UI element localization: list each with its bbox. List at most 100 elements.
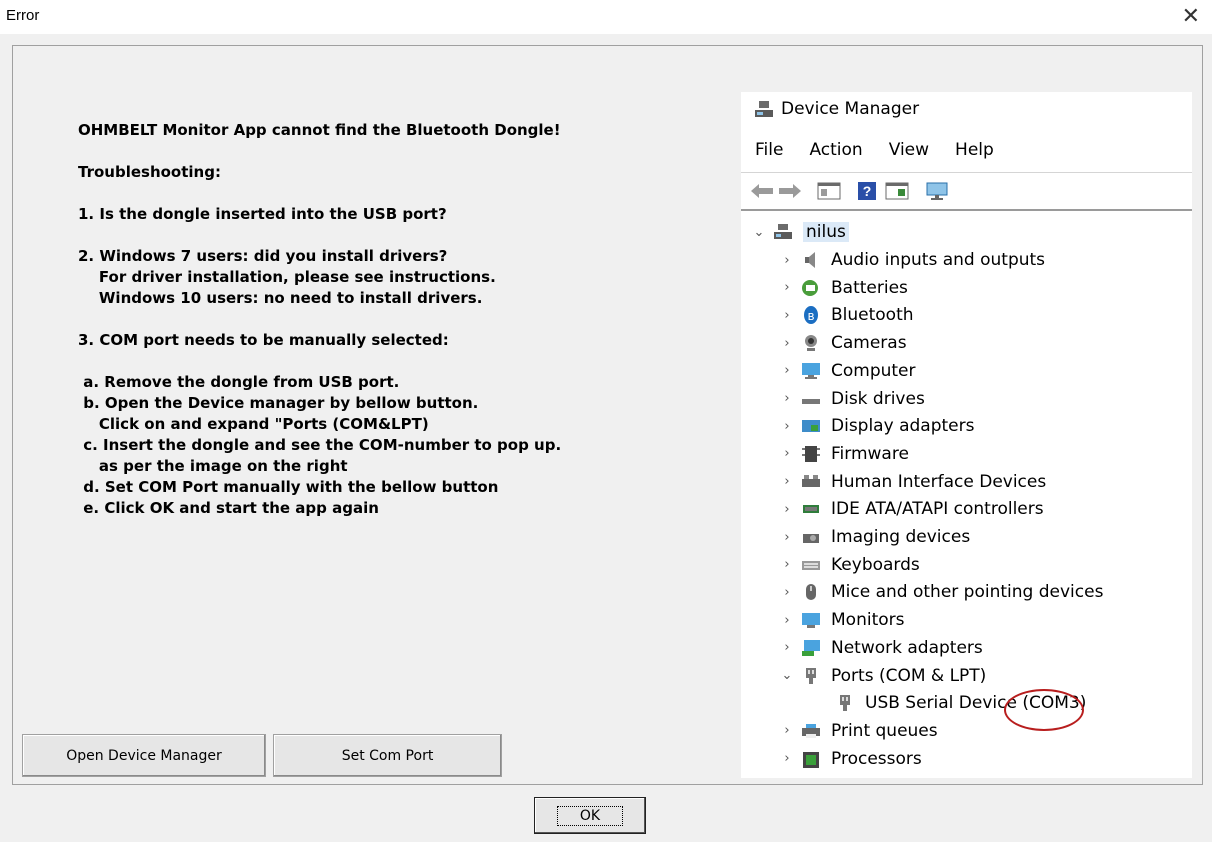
tree-category[interactable]: › ʙ Bluetooth — [779, 301, 913, 329]
instruction-line — [78, 183, 561, 204]
chevron-right-icon[interactable]: › — [779, 530, 795, 545]
tree-item-label: Network adapters — [831, 637, 983, 658]
tree-category[interactable]: › Batteries — [779, 274, 908, 302]
instruction-line: 1. Is the dongle inserted into the USB p… — [78, 205, 447, 223]
computer-icon — [802, 362, 820, 379]
chevron-right-icon[interactable]: › — [779, 446, 795, 461]
tree-root[interactable]: ⌄ nilus — [751, 218, 849, 246]
tree-category[interactable]: › Disk drives — [779, 385, 925, 413]
chevron-down-icon[interactable]: ⌄ — [779, 668, 795, 683]
instruction-line: 3. COM port needs to be manually selecte… — [78, 331, 449, 349]
tree-root-label: nilus — [803, 222, 849, 242]
scan-hardware-icon — [926, 182, 948, 200]
set-com-port-button[interactable]: Set Com Port — [273, 734, 502, 777]
chevron-right-icon[interactable]: › — [779, 336, 795, 351]
ok-button[interactable]: OK — [534, 797, 646, 834]
tree-item-label: Cameras — [831, 333, 907, 354]
tree-item-label: IDE ATA/ATAPI controllers — [831, 499, 1044, 520]
display-adapter-icon — [802, 420, 820, 433]
tree-category[interactable]: › Display adapters — [779, 412, 974, 440]
instruction-line — [78, 225, 561, 246]
instruction-line: c. Insert the dongle and see the COM-num… — [78, 436, 562, 454]
device-manager-toolbar: ? — [741, 172, 1192, 211]
instruction-line: e. Click OK and start the app again — [78, 499, 379, 517]
chevron-right-icon[interactable]: › — [779, 419, 795, 434]
device-manager-title-text: Device Manager — [781, 99, 920, 119]
tree-item-label: Display adapters — [831, 416, 975, 437]
tree-category[interactable]: › Network adapters — [779, 634, 983, 662]
forward-arrow-icon — [779, 184, 801, 198]
tree-category[interactable]: › Firmware — [779, 440, 909, 468]
tree-category[interactable]: › Human Interface Devices — [779, 468, 1046, 496]
open-device-manager-button[interactable]: Open Device Manager — [22, 734, 266, 777]
menu-file: File — [755, 140, 784, 160]
tree-item-label: Monitors — [831, 610, 905, 631]
chevron-right-icon[interactable]: › — [779, 640, 795, 655]
help-icon: ? — [858, 182, 876, 200]
instruction-line — [78, 141, 561, 162]
chevron-right-icon[interactable]: › — [779, 253, 795, 268]
disk-drive-icon — [802, 398, 820, 404]
com3-highlight-circle — [1004, 689, 1084, 731]
tree-item-label: Ports (COM & LPT) — [831, 665, 987, 686]
computer-root-icon — [774, 224, 792, 239]
speaker-icon — [805, 252, 815, 268]
menu-action: Action — [809, 140, 863, 160]
close-icon[interactable]: ✕ — [1182, 4, 1200, 28]
bluetooth-icon: ʙ — [804, 306, 818, 325]
camera-icon — [805, 335, 817, 352]
chevron-right-icon[interactable]: › — [779, 751, 795, 766]
properties-view-icon — [817, 182, 841, 200]
tree-category[interactable]: › Imaging devices — [779, 523, 970, 551]
instruction-line — [78, 351, 561, 372]
tree-category[interactable]: › Monitors — [779, 606, 904, 634]
chevron-right-icon[interactable]: › — [779, 391, 795, 406]
instruction-line: b. Open the Device manager by bellow but… — [78, 394, 479, 412]
tree-category[interactable]: › Keyboards — [779, 551, 920, 579]
chevron-right-icon[interactable]: › — [779, 502, 795, 517]
chevron-right-icon[interactable]: › — [779, 557, 795, 572]
instruction-line: OHMBELT Monitor App cannot find the Blue… — [78, 121, 561, 139]
instruction-line: Troubleshooting: — [78, 163, 221, 181]
instruction-line: d. Set COM Port manually with the bellow… — [78, 478, 499, 496]
tree-category[interactable]: › Computer — [779, 357, 915, 385]
device-manager-screenshot: Device Manager File Action View Help ? ⌄… — [741, 92, 1192, 778]
window-title: Error — [6, 7, 40, 24]
battery-icon — [802, 279, 818, 296]
tree-item-label: Human Interface Devices — [831, 471, 1047, 492]
instruction-line: a. Remove the dongle from USB port. — [78, 373, 400, 391]
tree-category[interactable]: › Processors — [779, 745, 921, 773]
device-manager-menu: File Action View Help — [741, 140, 1006, 160]
firmware-icon — [802, 445, 820, 462]
tree-item-label: Mice and other pointing devices — [831, 582, 1104, 603]
tree-item-label: Print queues — [831, 720, 938, 741]
instruction-line: Windows 10 users: no need to install dri… — [78, 289, 483, 307]
tree-category[interactable]: › Mice and other pointing devices — [779, 578, 1103, 606]
tree-category[interactable]: › Audio inputs and outputs — [779, 246, 1045, 274]
chevron-right-icon[interactable]: › — [779, 613, 795, 628]
network-adapter-icon — [802, 639, 820, 656]
chevron-right-icon[interactable]: › — [779, 308, 795, 323]
tree-category[interactable]: ⌄ Ports (COM & LPT) — [779, 662, 987, 690]
chevron-right-icon[interactable]: › — [779, 363, 795, 378]
title-bar: Error ✕ — [0, 0, 1212, 34]
device-manager-title: Device Manager — [753, 99, 919, 119]
printer-icon — [802, 723, 820, 738]
chevron-right-icon[interactable]: › — [779, 723, 795, 738]
instruction-line: Click on and expand "Ports (COM&LPT) — [78, 415, 429, 433]
tree-category[interactable]: › Print queues — [779, 717, 938, 745]
menu-view: View — [888, 140, 930, 160]
chevron-right-icon[interactable]: › — [779, 280, 795, 295]
tree-item-label: Disk drives — [831, 388, 925, 409]
port-icon — [806, 667, 816, 684]
chevron-down-icon[interactable]: ⌄ — [751, 225, 767, 240]
tree-category[interactable]: › Cameras — [779, 329, 907, 357]
chevron-right-icon[interactable]: › — [779, 474, 795, 489]
tree-category[interactable]: › IDE ATA/ATAPI controllers — [779, 495, 1044, 523]
ok-label: OK — [556, 805, 624, 826]
tree-item-label: Audio inputs and outputs — [831, 250, 1046, 270]
monitor-icon — [802, 613, 820, 629]
tree-item-label: Firmware — [831, 443, 909, 464]
chevron-right-icon[interactable]: › — [779, 585, 795, 600]
tree-item-label: Keyboards — [831, 554, 920, 575]
